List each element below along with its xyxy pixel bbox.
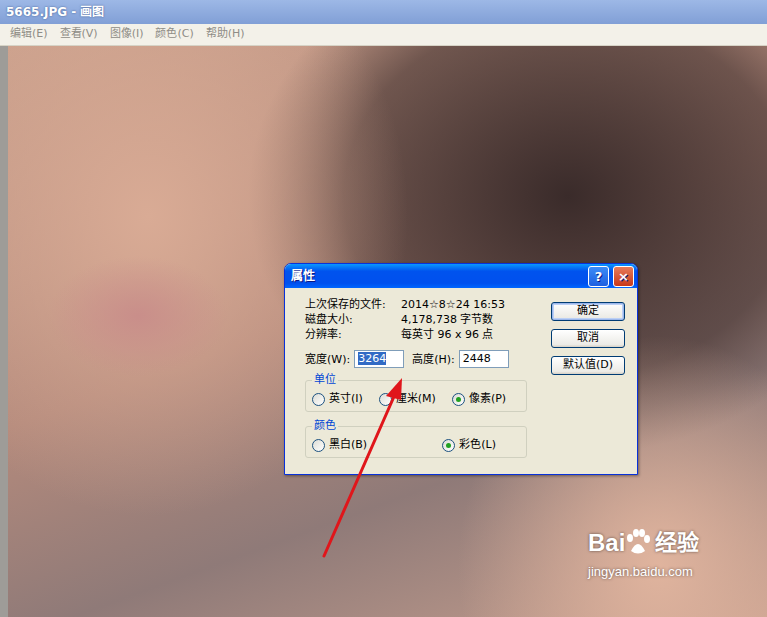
dialog-button[interactable]: 取消 — [551, 329, 625, 348]
radio-label: 彩色(L) — [459, 438, 496, 452]
menu-item[interactable]: 帮助(H) — [200, 24, 251, 45]
radio-button[interactable] — [312, 439, 325, 452]
button-label: 默认值(D) — [563, 358, 613, 371]
radio-button[interactable] — [379, 393, 392, 406]
file-info: 上次保存的文件:2014☆8☆24 16:53磁盘大小:4,178,738 字节… — [305, 298, 535, 342]
close-button[interactable]: × — [613, 266, 634, 287]
info-label: 上次保存的文件: — [305, 298, 401, 312]
width-label: 宽度(W): — [305, 351, 350, 368]
canvas-margin — [0, 46, 8, 617]
button-label: 取消 — [577, 331, 599, 344]
watermark: Bai 经验 jingyan.baidu.com — [588, 528, 699, 580]
group-title: 颜色 — [312, 419, 338, 433]
info-label: 磁盘大小: — [305, 313, 401, 327]
info-value: 2014☆8☆24 16:53 — [401, 298, 535, 312]
width-field[interactable]: 3264 — [354, 350, 404, 368]
dialog-button[interactable]: 默认值(D) — [551, 356, 625, 375]
menu-bar: 编辑(E)查看(V)图像(I)颜色(C)帮助(H) — [0, 24, 767, 46]
annotation-arrow-icon — [0, 0, 767, 617]
width-value: 3264 — [358, 352, 386, 365]
height-field[interactable]: 2448 — [459, 350, 509, 368]
menu-item[interactable]: 图像(I) — [104, 24, 150, 45]
radio-button[interactable] — [452, 393, 465, 406]
radio-button[interactable] — [442, 439, 455, 452]
info-value: 每英寸 96 x 96 点 — [401, 328, 535, 342]
radio-label: 像素(P) — [469, 392, 506, 406]
menu-item[interactable]: 查看(V) — [54, 24, 104, 45]
radio-dot — [456, 397, 461, 402]
option-group: 单位英寸(I)厘米(M)像素(P) — [305, 380, 527, 412]
radio-option[interactable]: 英寸(I) — [312, 392, 363, 406]
help-button[interactable]: ? — [588, 266, 609, 287]
dialog-body: 上次保存的文件:2014☆8☆24 16:53磁盘大小:4,178,738 字节… — [285, 288, 637, 474]
radio-row: 黑白(B) 彩色(L) — [312, 438, 520, 452]
menu-item[interactable]: 颜色(C) — [149, 24, 199, 45]
radio-label: 黑白(B) — [329, 438, 367, 452]
dialog-button[interactable]: 确定 — [551, 302, 625, 321]
help-icon: ? — [595, 270, 603, 283]
paint-window: 5665.JPG - 画图编辑(E)查看(V)图像(I)颜色(C)帮助(H)属性… — [0, 0, 767, 617]
watermark-url: jingyan.baidu.com — [588, 564, 699, 580]
radio-option[interactable]: 厘米(M) — [379, 392, 436, 406]
watermark-logo: Bai 经验 — [588, 528, 699, 558]
radio-option[interactable]: 彩色(L) — [442, 438, 496, 452]
dialog-buttons: 确定取消默认值(D) — [551, 298, 625, 466]
info-label: 分辨率: — [305, 328, 401, 342]
title-bar: 5665.JPG - 画图 — [0, 0, 767, 24]
dialog-title-bar: 属性? × — [285, 264, 637, 288]
height-value: 2448 — [463, 352, 491, 365]
radio-label: 英寸(I) — [329, 392, 363, 406]
window-title: 5665.JPG - 画图 — [6, 3, 104, 21]
button-label: 确定 — [577, 304, 599, 317]
height-label: 高度(H): — [412, 351, 455, 368]
dialog-content: 上次保存的文件:2014☆8☆24 16:53磁盘大小:4,178,738 字节… — [305, 298, 535, 466]
watermark-brand-cn: 经验 — [655, 528, 699, 558]
option-group: 颜色黑白(B)彩色(L) — [305, 426, 527, 458]
watermark-brand: Bai — [588, 528, 625, 558]
radio-dot — [446, 443, 451, 448]
info-value: 4,178,738 字节数 — [401, 313, 535, 327]
menu-item[interactable]: 编辑(E) — [4, 24, 54, 45]
radio-button[interactable] — [312, 393, 325, 406]
close-icon: × — [618, 270, 629, 283]
radio-label: 厘米(M) — [396, 392, 436, 406]
group-title: 单位 — [312, 373, 338, 387]
radio-row: 英寸(I) 厘米(M) 像素(P) — [312, 392, 520, 406]
radio-option[interactable]: 像素(P) — [452, 392, 506, 406]
properties-dialog: 属性? × 上次保存的文件:2014☆8☆24 16:53磁盘大小:4,178,73… — [284, 263, 638, 475]
dialog-title: 属性 — [291, 267, 588, 285]
radio-option[interactable]: 黑白(B) — [312, 438, 367, 452]
size-fields: 宽度(W): 3264 高度(H): 2448 — [305, 350, 535, 368]
paw-icon — [625, 529, 651, 557]
